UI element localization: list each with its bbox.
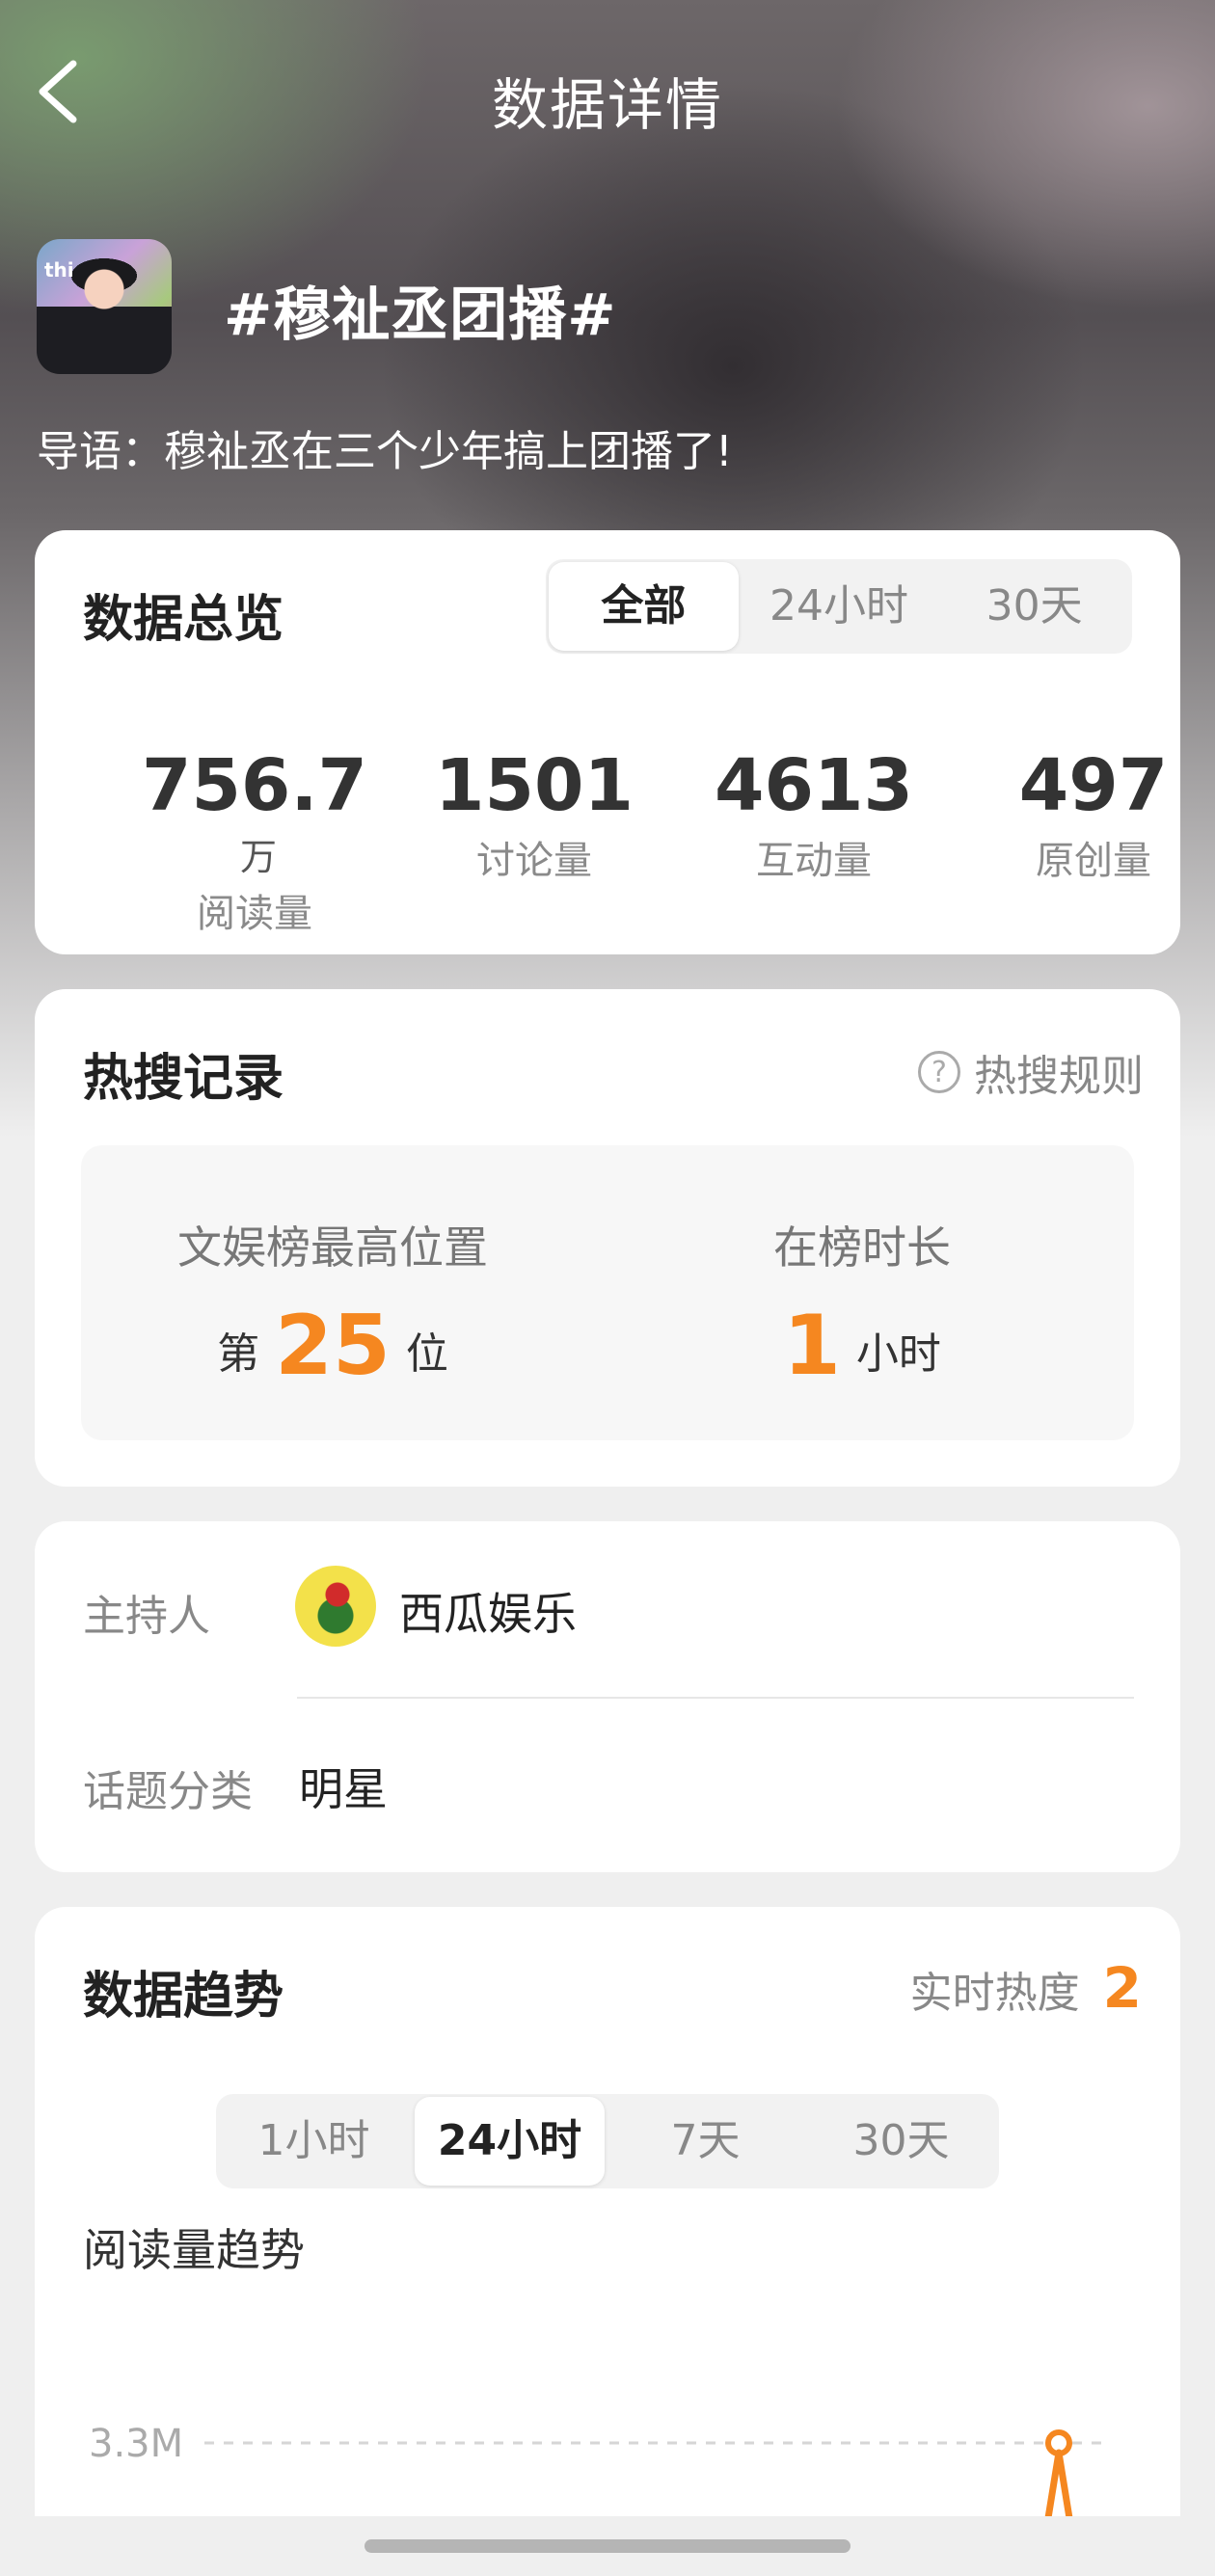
realtime-heat-label: 实时热度 (909, 1969, 1080, 2018)
stat-interactions-value: 4613 (715, 744, 913, 827)
best-rank-label: 文娱榜最高位置 (177, 1221, 488, 1274)
host-label: 主持人 (83, 1592, 210, 1641)
overview-title: 数据总览 (83, 591, 284, 649)
topic-header: thi #穆祉丞团播# (37, 239, 1174, 376)
stat-discussions-value: 1501 (435, 744, 634, 827)
best-rank-suffix: 位 (405, 1329, 448, 1379)
board-duration-value: 1 (783, 1298, 841, 1394)
tab-30d[interactable]: 30天 (939, 562, 1129, 651)
topic-title: #穆祉丞团播# (224, 282, 617, 349)
avatar-caption: thi (44, 258, 74, 282)
stat-originals-label: 原创量 (1036, 839, 1151, 883)
realtime-heat: 实时热度 2 (910, 1955, 1142, 2021)
hotsearch-summary: 文娱榜最高位置 第 25 位 在榜时长 1 小时 (81, 1145, 1134, 1440)
overview-range-tabs: 全部 24小时 30天 (546, 559, 1132, 654)
stat-reads-unit: 万 (239, 836, 277, 878)
stat-reads: 756.7 万 阅读量 (120, 744, 390, 938)
home-indicator[interactable] (364, 2539, 850, 2553)
category-label: 话题分类 (83, 1767, 253, 1816)
stat-reads-value: 756.7 (141, 744, 368, 827)
stat-originals-value: 497 (1018, 744, 1169, 827)
meta-card: 主持人 西瓜娱乐 话题分类 明星 (35, 1521, 1180, 1872)
divider (297, 1697, 1134, 1699)
trend-line (1044, 2449, 1073, 2516)
tab-all[interactable]: 全部 (549, 562, 739, 651)
hotsearch-rules-label: 热搜规则 (974, 1052, 1144, 1101)
read-trend-title: 阅读量趋势 (83, 2224, 305, 2276)
hotsearch-title: 热搜记录 (83, 1050, 284, 1108)
best-rank: 文娱榜最高位置 第 25 位 (174, 1213, 492, 1394)
category-value: 明星 (299, 1763, 388, 1815)
trend-card: 数据趋势 实时热度 2 1小时 24小时 7天 30天 阅读量趋势 3.3M (35, 1907, 1180, 2516)
tab-1h[interactable]: 1小时 (219, 2097, 409, 2186)
trend-range-tabs: 1小时 24小时 7天 30天 (216, 2094, 999, 2188)
best-rank-prefix: 第 (217, 1329, 260, 1379)
stat-discussions: 1501 讨论量 (399, 744, 669, 885)
board-duration-suffix: 小时 (855, 1329, 941, 1379)
best-rank-value: 25 (275, 1298, 391, 1394)
hotsearch-card: 热搜记录 ? 热搜规则 文娱榜最高位置 第 25 位 在榜时长 1 小时 (35, 989, 1180, 1487)
tab-7d[interactable]: 7天 (610, 2097, 800, 2186)
topic-avatar[interactable]: thi (37, 239, 172, 374)
read-trend-chart (204, 2429, 1105, 2516)
tab-30d[interactable]: 30天 (806, 2097, 996, 2186)
board-duration: 在榜时长 1 小时 (746, 1213, 978, 1394)
stat-discussions-label: 讨论量 (476, 839, 592, 883)
host-avatar[interactable] (295, 1566, 376, 1647)
page-title: 数据详情 (491, 72, 723, 138)
stat-originals: 497 原创量 (958, 744, 1215, 885)
trend-title: 数据趋势 (83, 1968, 284, 2026)
question-icon: ? (918, 1051, 960, 1093)
host-name[interactable]: 西瓜娱乐 (399, 1579, 577, 1643)
realtime-heat-value: 2 (1102, 1955, 1142, 2021)
board-duration-label: 在榜时长 (773, 1221, 951, 1274)
tab-24h[interactable]: 24小时 (415, 2097, 605, 2186)
stat-interactions: 4613 互动量 (679, 744, 949, 885)
tab-24h[interactable]: 24小时 (744, 562, 934, 651)
hotsearch-rules-link[interactable]: ? 热搜规则 (918, 1041, 1144, 1103)
topic-guide: 导语：穆祉丞在三个少年搞上团播了! (37, 427, 733, 476)
overview-card: 数据总览 全部 24小时 30天 756.7 万 阅读量 1501 讨论量 461… (35, 530, 1180, 954)
stat-reads-label: 阅读量 (197, 892, 312, 936)
stat-interactions-label: 互动量 (756, 839, 872, 883)
nav-bar: 数据详情 (0, 39, 1215, 145)
